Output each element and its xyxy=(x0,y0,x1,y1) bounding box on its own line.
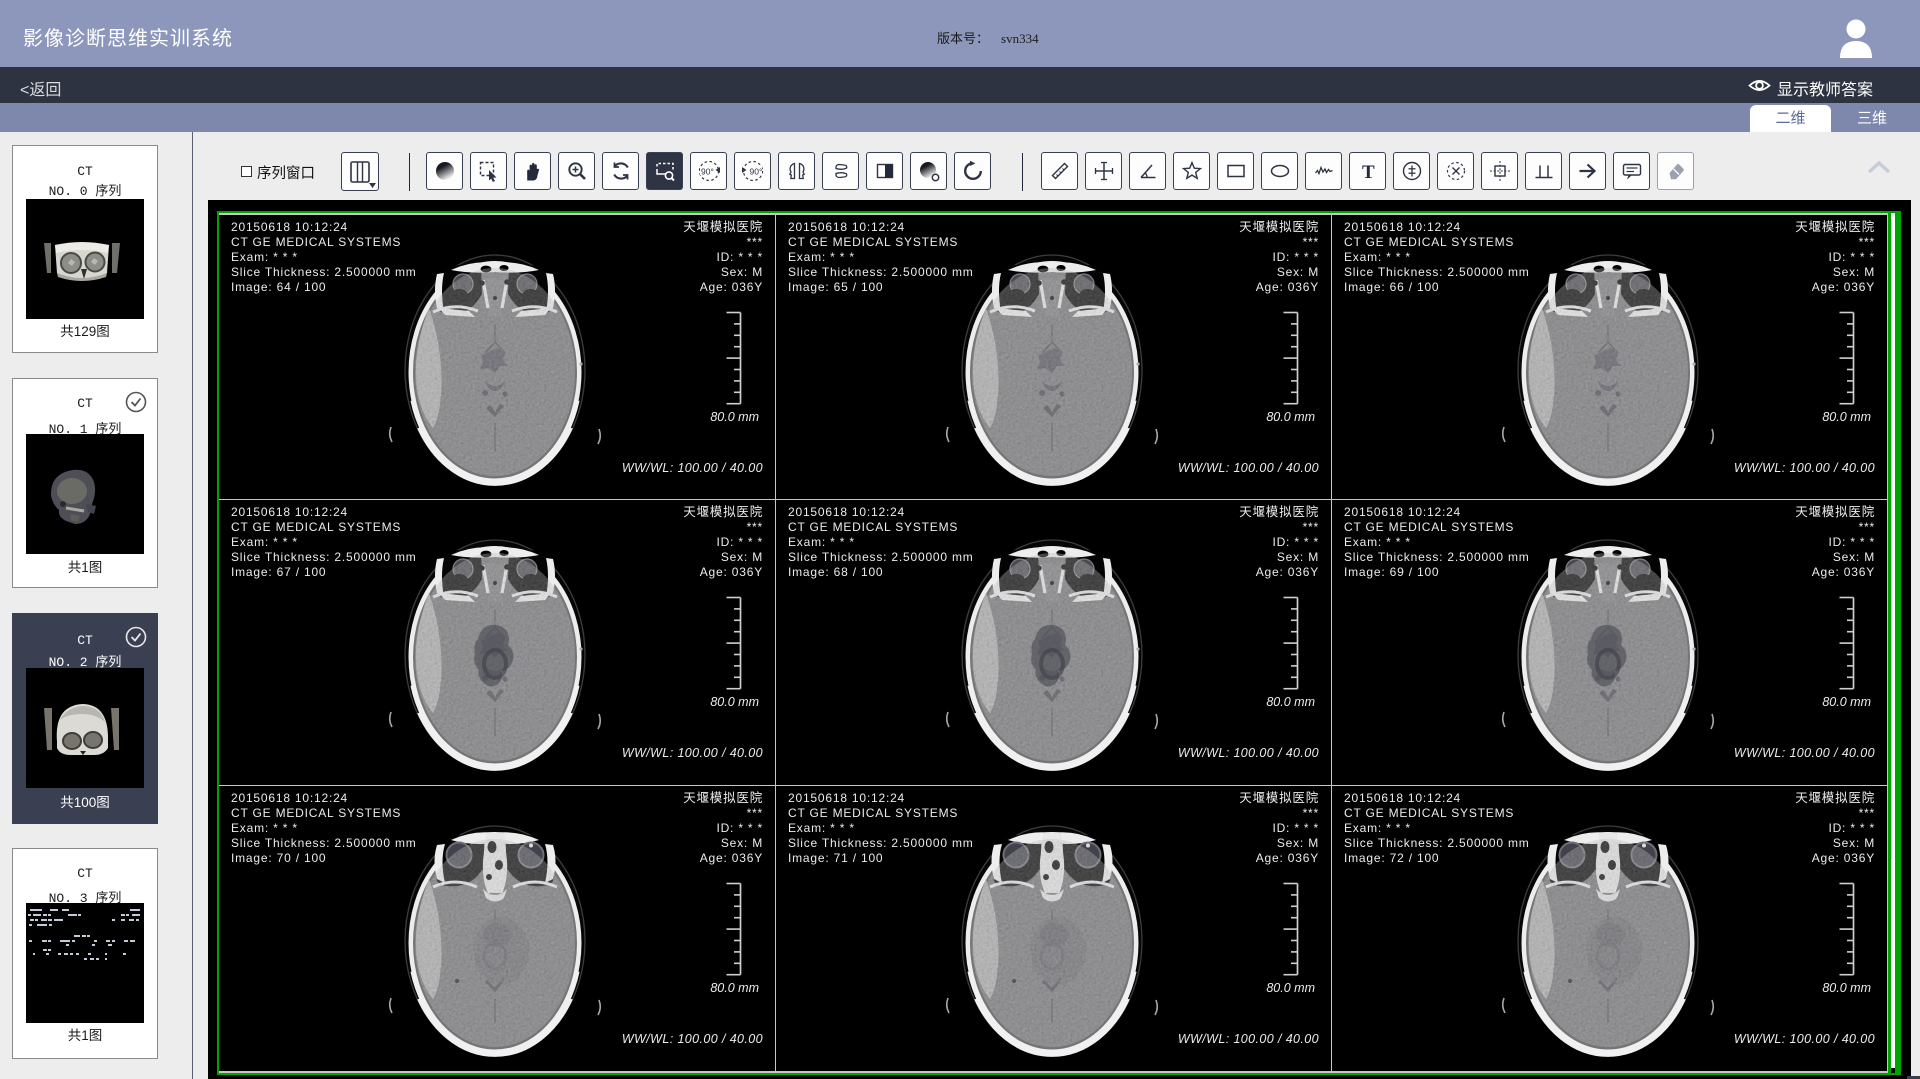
svg-text:90°: 90° xyxy=(749,167,762,177)
svg-text:90°: 90° xyxy=(701,167,714,177)
svg-text:T: T xyxy=(1362,162,1375,182)
